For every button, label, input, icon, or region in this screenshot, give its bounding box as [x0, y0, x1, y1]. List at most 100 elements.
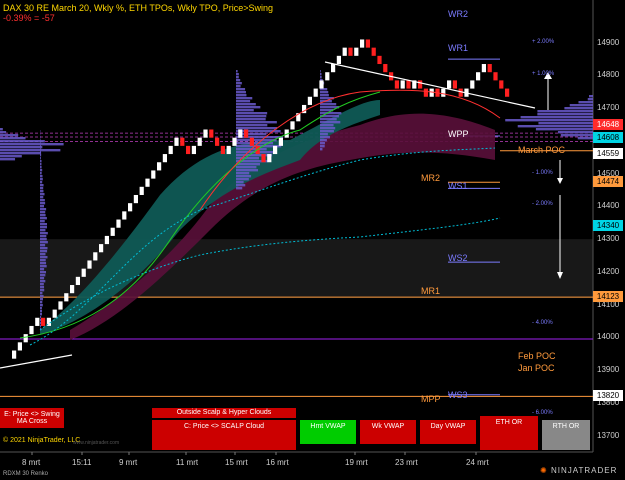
- renko-brick: [215, 137, 220, 146]
- renko-brick: [244, 129, 249, 138]
- price-axis-tick: 14900: [597, 37, 620, 47]
- renko-brick: [505, 88, 510, 97]
- renko-brick: [110, 227, 115, 236]
- percent-level-label: - 4.00%: [532, 320, 553, 327]
- renko-brick: [133, 194, 138, 204]
- renko-brick: [29, 325, 34, 335]
- renko-brick: [70, 285, 75, 294]
- price-axis-tick: 13700: [597, 430, 620, 440]
- chart-title: DAX 30 RE March 20, Wkly %, ETH TPOs, Wk…: [3, 3, 273, 13]
- renko-brick: [371, 47, 376, 56]
- renko-brick: [12, 350, 17, 359]
- time-axis-tick: 24 mrt: [466, 458, 489, 467]
- renko-brick: [174, 137, 179, 146]
- renko-brick: [400, 80, 405, 89]
- renko-brick: [476, 72, 481, 81]
- renko-brick: [145, 178, 150, 187]
- renko-brick: [99, 244, 104, 253]
- panel-button-3[interactable]: Hmt VWAP: [300, 420, 356, 444]
- renko-brick: [499, 80, 504, 89]
- renko-brick: [122, 211, 127, 220]
- volume-profile-bar: [40, 130, 48, 331]
- time-axis-tick: 16 mrt: [266, 458, 289, 467]
- price-axis-tick: 14200: [597, 266, 620, 276]
- renko-brick: [75, 276, 80, 286]
- time-axis-tick: 19 mrt: [345, 458, 368, 467]
- renko-brick: [447, 80, 452, 89]
- down-arrow-head-1: [557, 178, 563, 184]
- renko-brick: [493, 72, 498, 81]
- ninjatrader-logo: ✺ NINJATRADER: [540, 466, 618, 475]
- panel-button-6[interactable]: ETH OR: [480, 416, 538, 450]
- level-label-march-poc: March POC: [518, 144, 566, 155]
- renko-brick: [220, 145, 225, 155]
- time-axis-tick: 15:11: [72, 458, 92, 467]
- renko-brick: [197, 137, 202, 146]
- renko-brick: [151, 170, 156, 179]
- renko-brick: [23, 334, 28, 343]
- renko-brick: [470, 80, 475, 89]
- time-axis-tick: 23 mrt: [395, 458, 418, 467]
- renko-brick: [35, 317, 40, 326]
- panel-button-4[interactable]: Wk VWAP: [360, 420, 416, 444]
- renko-brick: [406, 80, 411, 89]
- renko-brick: [93, 252, 98, 261]
- renko-brick: [319, 80, 324, 89]
- panel-button-7[interactable]: RTH OR: [542, 420, 590, 450]
- price-tag: 13820: [593, 390, 623, 402]
- renko-brick: [336, 55, 341, 65]
- renko-brick: [238, 129, 243, 138]
- time-axis-tick: 8 mrt: [22, 458, 41, 467]
- renko-brick: [394, 80, 399, 89]
- price-tag: 14559: [593, 148, 623, 160]
- price-axis-tick: 14400: [597, 201, 620, 211]
- renko-brick: [342, 47, 347, 56]
- level-label-ws3: WS3: [448, 390, 468, 401]
- panel-button-5[interactable]: Day VWAP: [420, 420, 476, 444]
- renko-brick: [232, 137, 237, 146]
- level-label-mpp: MPP: [421, 393, 441, 404]
- renko-brick: [180, 137, 185, 146]
- renko-brick: [452, 80, 457, 89]
- logo-icon: ✺: [540, 466, 548, 475]
- renko-brick: [191, 145, 196, 155]
- time-axis-tick: 15 mrt: [225, 458, 248, 467]
- bar-type-label: RDXM 30 Renko: [3, 471, 49, 477]
- renko-brick: [203, 129, 208, 138]
- renko-brick: [360, 39, 365, 48]
- renko-brick: [162, 154, 167, 163]
- level-label-wr1: WR1: [448, 43, 468, 54]
- renko-brick: [58, 301, 63, 310]
- renko-brick: [458, 88, 463, 97]
- percent-level-label: + 2.00%: [532, 38, 555, 45]
- renko-brick: [348, 47, 353, 56]
- renko-brick: [64, 293, 69, 302]
- renko-brick: [128, 203, 133, 212]
- panel-button-1[interactable]: Outside Scalp & Hyper Clouds: [152, 408, 296, 418]
- price-axis-tick: 13900: [597, 365, 620, 375]
- renko-brick: [209, 129, 214, 138]
- ninjatrader-chart-window: DAX 30 RE March 20, Wkly %, ETH TPOs, Wk…: [0, 0, 625, 480]
- renko-brick: [249, 137, 254, 146]
- renko-brick: [267, 154, 272, 163]
- level-label-wr2: WR2: [448, 8, 468, 19]
- panel-button-0[interactable]: E: Price <> Swing MA Cross: [0, 408, 64, 428]
- renko-brick: [116, 219, 121, 228]
- renko-brick: [157, 162, 162, 171]
- renko-brick: [377, 55, 382, 65]
- percent-level-label: + 1.00%: [532, 71, 555, 78]
- renko-brick: [331, 64, 336, 73]
- level-label-feb-poc: Feb POC: [518, 351, 556, 362]
- time-axis-tick: 11 mrt: [176, 458, 199, 467]
- panel-button-2[interactable]: C: Price <> SCALP Cloud: [152, 420, 296, 450]
- renko-brick: [41, 317, 46, 326]
- price-change: -0.39% = -57: [3, 13, 55, 23]
- level-label-ws2: WS2: [448, 252, 468, 263]
- percent-level-label: - 1.00%: [532, 169, 553, 176]
- renko-brick: [261, 154, 266, 163]
- price-axis-tick: 14800: [597, 70, 620, 80]
- price-tag: 14648: [593, 119, 623, 131]
- price-tag: 14340: [593, 220, 623, 232]
- level-label-ws1: WS1: [448, 180, 468, 191]
- price-axis-tick: 14300: [597, 234, 620, 244]
